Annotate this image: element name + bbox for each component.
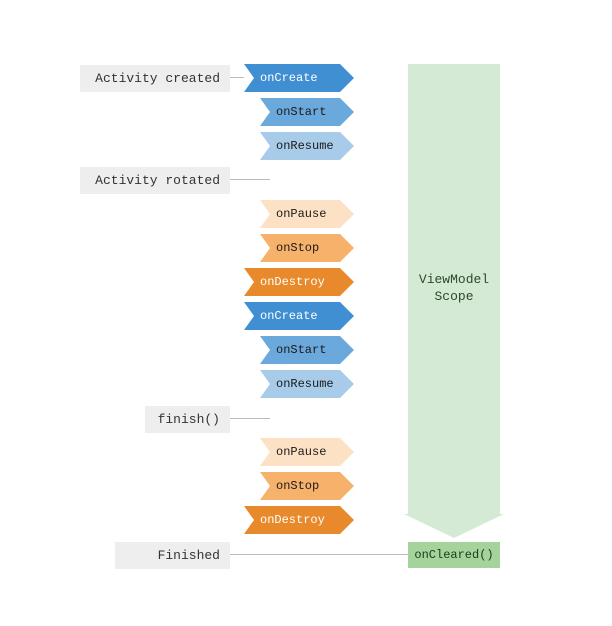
- label-activity-rotated: Activity rotated: [80, 167, 230, 194]
- connector: [230, 179, 270, 180]
- arrow-onstop-1: onStop: [260, 234, 340, 262]
- arrow-onresume-2: onResume: [260, 370, 340, 398]
- connector: [230, 554, 410, 555]
- arrow-oncreate-1: onCreate: [244, 64, 340, 92]
- viewmodel-scope-text: ViewModel Scope: [419, 272, 489, 306]
- arrow-onstart-1: onStart: [260, 98, 340, 126]
- arrow-onpause-1: onPause: [260, 200, 340, 228]
- label-finished: Finished: [115, 542, 230, 569]
- viewmodel-oncleared: onCleared(): [408, 542, 500, 568]
- viewmodel-scope-bar: ViewModel Scope: [408, 64, 500, 514]
- arrow-onstart-2: onStart: [260, 336, 340, 364]
- connector: [230, 77, 244, 78]
- arrow-ondestroy-1: onDestroy: [244, 268, 340, 296]
- arrow-oncreate-2: onCreate: [244, 302, 340, 330]
- arrow-onpause-2: onPause: [260, 438, 340, 466]
- arrow-ondestroy-2: onDestroy: [244, 506, 340, 534]
- viewmodel-scope-arrowhead: [404, 514, 504, 538]
- arrow-onstop-2: onStop: [260, 472, 340, 500]
- label-activity-created: Activity created: [80, 65, 230, 92]
- arrow-onresume-1: onResume: [260, 132, 340, 160]
- lifecycle-diagram: Activity created Activity rotated finish…: [0, 0, 612, 626]
- label-finish: finish(): [145, 406, 230, 433]
- connector: [230, 418, 270, 419]
